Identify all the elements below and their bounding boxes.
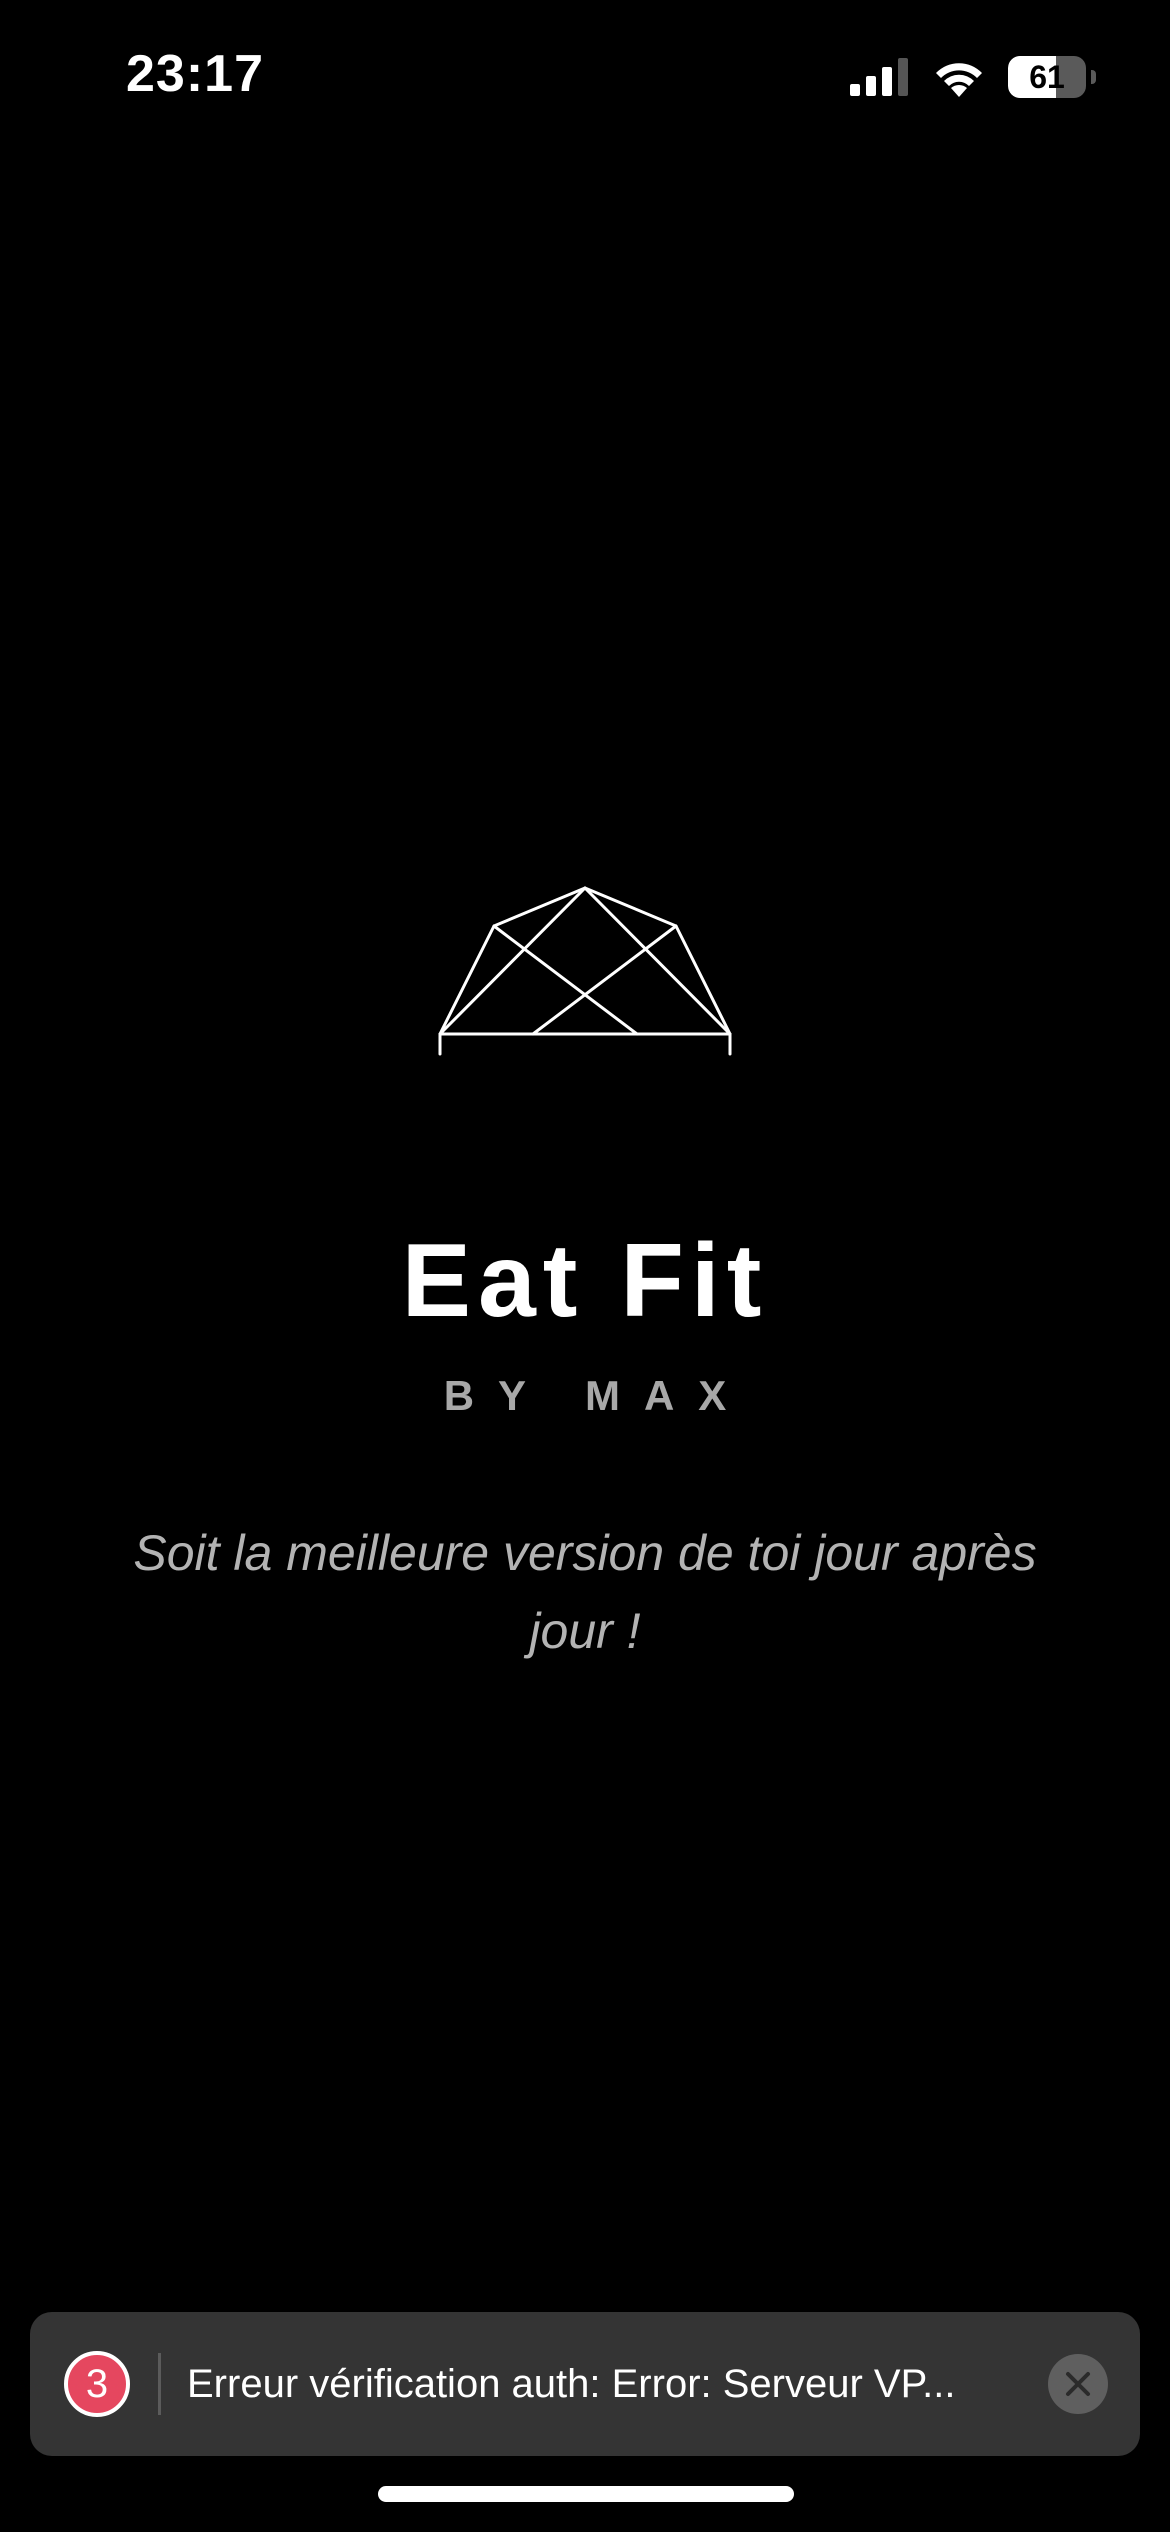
toast-message[interactable]: Erreur vérification auth: Error: Serveur… xyxy=(187,2362,1022,2407)
home-indicator[interactable] xyxy=(378,2486,794,2502)
app-subtitle: BY MAX xyxy=(443,1372,751,1419)
status-time: 23:17 xyxy=(126,45,264,103)
wifi-icon xyxy=(936,63,982,97)
cellular-signal-icon xyxy=(850,58,908,96)
status-icons: 61 xyxy=(850,52,1096,102)
toast-divider xyxy=(158,2353,161,2415)
battery-level: 61 xyxy=(1029,58,1065,95)
error-count-badge[interactable]: 3 xyxy=(64,2351,130,2417)
close-icon[interactable] xyxy=(1048,2354,1108,2414)
app-title: Eat Fit xyxy=(401,1223,769,1339)
error-toast[interactable]: 3 Erreur vérification auth: Error: Serve… xyxy=(30,2312,1140,2456)
geometric-dome-logo-icon xyxy=(438,886,732,1056)
battery-icon: 61 xyxy=(1008,56,1096,98)
tagline: Soit la meilleure version de toi jour ap… xyxy=(133,1525,1037,1659)
